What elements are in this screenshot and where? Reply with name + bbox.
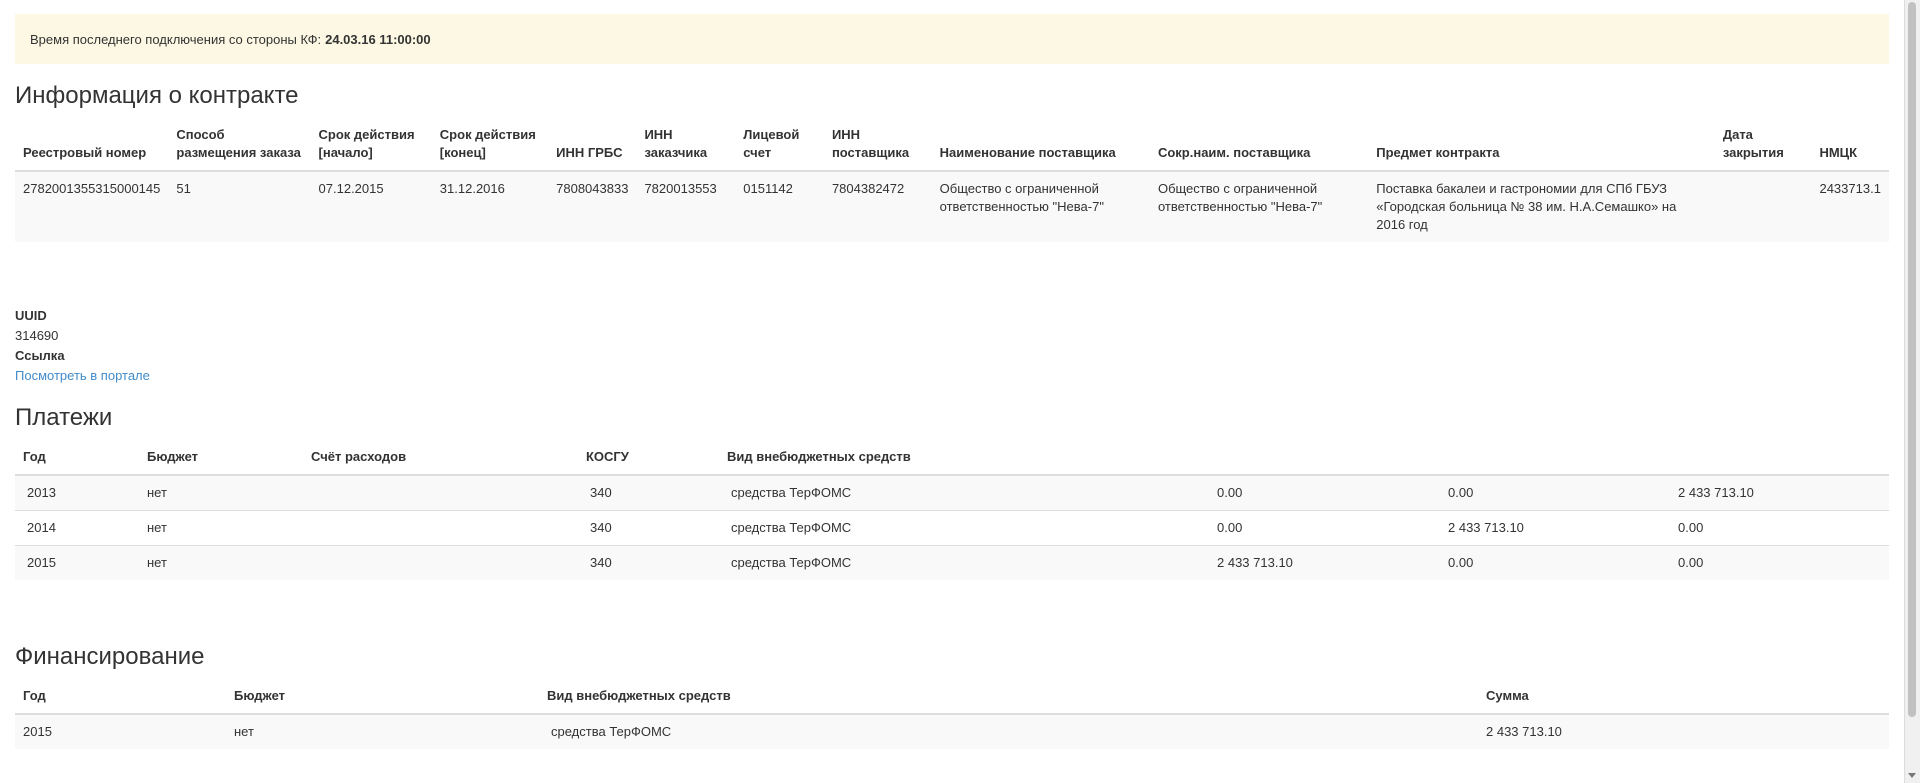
col-supplier-name[interactable]: Наименование поставщика — [931, 126, 1150, 172]
cell-amount-2: 0.00 — [1440, 545, 1670, 580]
col-amount-3[interactable] — [1670, 448, 1889, 476]
cell-budget: нет — [139, 545, 303, 580]
col-personal-account[interactable]: Лицевой счет — [735, 126, 824, 172]
cell-amount-3: 0.00 — [1670, 510, 1889, 546]
cell-close-date — [1714, 171, 1812, 242]
uuid-label: UUID — [15, 308, 47, 323]
scroll-down-arrow-icon[interactable] — [1908, 773, 1916, 778]
cell-extrabudget-type: средства ТерФОМС — [719, 475, 1209, 511]
table-row: 2782001355315000145 51 07.12.2015 31.12.… — [15, 171, 1889, 242]
cell-amount-1: 0.00 — [1209, 510, 1440, 546]
page-content: Время последнего подключения со стороны … — [15, 0, 1889, 783]
col-start-date[interactable]: Срок действия [начало] — [310, 126, 432, 172]
contract-info-block: UUID 314690 Ссылка Посмотреть в портале — [15, 306, 150, 386]
last-connection-alert: Время последнего подключения со стороны … — [15, 14, 1889, 64]
contract-header-row: Реестровый номер Способ размещения заказ… — [15, 126, 1889, 172]
cell-year: 2015 — [15, 545, 139, 580]
payments-table: Год Бюджет Счёт расходов КОСГУ Вид внебю… — [15, 448, 1889, 580]
col-budget[interactable]: Бюджет — [139, 448, 303, 476]
cell-budget: нет — [139, 510, 303, 546]
scrollbar-thumb[interactable] — [1908, 2, 1916, 717]
cell-expense-account — [303, 510, 578, 546]
cell-extrabudget-type: средства ТерФОМС — [719, 510, 1209, 546]
cell-supplier-short-name: Общество с ограниченной ответственностью… — [1149, 171, 1369, 242]
col-contract-subject[interactable]: Предмет контракта — [1368, 126, 1715, 172]
table-row: 2014 нет 340 средства ТерФОМС 0.00 2 433 713.… — [15, 510, 1889, 546]
col-extrabudget-type[interactable]: Вид внебюджетных средств — [719, 448, 1209, 476]
contract-table: Реестровый номер Способ размещения заказ… — [15, 126, 1889, 242]
cell-amount-1: 0.00 — [1209, 475, 1440, 511]
cell-placement-method: 51 — [168, 171, 311, 242]
col-placement-method[interactable]: Способ размещения заказа — [168, 126, 311, 172]
cell-contract-subject: Поставка бакалеи и гастрономии для СПб Г… — [1368, 171, 1715, 242]
table-row: 2013 нет 340 средства ТерФОМС 0.00 0.00 2 433 … — [15, 475, 1889, 511]
portal-link[interactable]: Посмотреть в портале — [15, 368, 150, 383]
financing-header-row: Год Бюджет Вид внебюджетных средств Сумм… — [15, 687, 1889, 715]
payments-section-title: Платежи — [15, 404, 113, 431]
cell-start-date: 07.12.2015 — [310, 171, 432, 242]
table-row: 2015 нет средства ТерФОМС 2 433 713.10 — [15, 714, 1889, 749]
cell-inn-supplier: 7804382472 — [823, 171, 932, 242]
col-expense-account[interactable]: Счёт расходов — [303, 448, 578, 476]
cell-amount-1: 2 433 713.10 — [1209, 545, 1440, 580]
cell-amount-3: 2 433 713.10 — [1670, 475, 1889, 511]
cell-supplier-name: Общество с ограниченной ответственностью… — [931, 171, 1150, 242]
col-close-date[interactable]: Дата закрытия — [1714, 126, 1812, 172]
cell-kosgu: 340 — [578, 475, 719, 511]
col-supplier-short-name[interactable]: Сокр.наим. поставщика — [1149, 126, 1369, 172]
vertical-scrollbar[interactable] — [1904, 0, 1920, 783]
cell-year: 2013 — [15, 475, 139, 511]
last-connection-value: 24.03.16 11:00:00 — [325, 31, 431, 47]
cell-nmck: 2433713.1 — [1811, 171, 1889, 242]
col-inn-supplier[interactable]: ИНН поставщика — [823, 126, 932, 172]
cell-year: 2014 — [15, 510, 139, 546]
cell-registry-number: 2782001355315000145 — [15, 171, 169, 242]
col-inn-grbs[interactable]: ИНН ГРБС — [548, 126, 637, 172]
col-amount-2[interactable] — [1440, 448, 1670, 476]
col-inn-customer[interactable]: ИНН заказчика — [636, 126, 736, 172]
link-label: Ссылка — [15, 348, 65, 363]
cell-inn-customer: 7820013553 — [636, 171, 736, 242]
col-budget[interactable]: Бюджет — [226, 687, 539, 715]
cell-expense-account — [303, 545, 578, 580]
financing-table: Год Бюджет Вид внебюджетных средств Сумм… — [15, 687, 1889, 749]
uuid-value: 314690 — [15, 328, 59, 343]
financing-section-title: Финансирование — [15, 643, 205, 670]
col-kosgu[interactable]: КОСГУ — [578, 448, 719, 476]
col-extrabudget-type[interactable]: Вид внебюджетных средств — [539, 687, 1478, 715]
contract-section-title: Информация о контракте — [15, 82, 299, 109]
cell-budget: нет — [139, 475, 303, 511]
col-sum[interactable]: Сумма — [1478, 687, 1889, 715]
cell-expense-account — [303, 475, 578, 511]
table-row: 2015 нет 340 средства ТерФОМС 2 433 713.10 0.… — [15, 545, 1889, 580]
cell-inn-grbs: 7808043833 — [548, 171, 637, 242]
last-connection-label: Время последнего подключения со стороны … — [30, 31, 322, 47]
cell-amount-2: 0.00 — [1440, 475, 1670, 511]
col-end-date[interactable]: Срок действия [конец] — [431, 126, 549, 172]
cell-amount-3: 0.00 — [1670, 545, 1889, 580]
cell-kosgu: 340 — [578, 545, 719, 580]
payments-header-row: Год Бюджет Счёт расходов КОСГУ Вид внебю… — [15, 448, 1889, 476]
col-registry-number[interactable]: Реестровый номер — [15, 126, 169, 172]
col-amount-1[interactable] — [1209, 448, 1440, 476]
cell-year: 2015 — [15, 714, 226, 749]
cell-sum: 2 433 713.10 — [1478, 714, 1889, 749]
cell-budget: нет — [226, 714, 539, 749]
col-year[interactable]: Год — [15, 687, 226, 715]
cell-end-date: 31.12.2016 — [431, 171, 549, 242]
cell-kosgu: 340 — [578, 510, 719, 546]
col-year[interactable]: Год — [15, 448, 139, 476]
cell-extrabudget-type: средства ТерФОМС — [719, 545, 1209, 580]
cell-personal-account: 0151142 — [735, 171, 824, 242]
col-nmck[interactable]: НМЦК — [1811, 126, 1889, 172]
cell-extrabudget-type: средства ТерФОМС — [539, 714, 1478, 749]
cell-amount-2: 2 433 713.10 — [1440, 510, 1670, 546]
